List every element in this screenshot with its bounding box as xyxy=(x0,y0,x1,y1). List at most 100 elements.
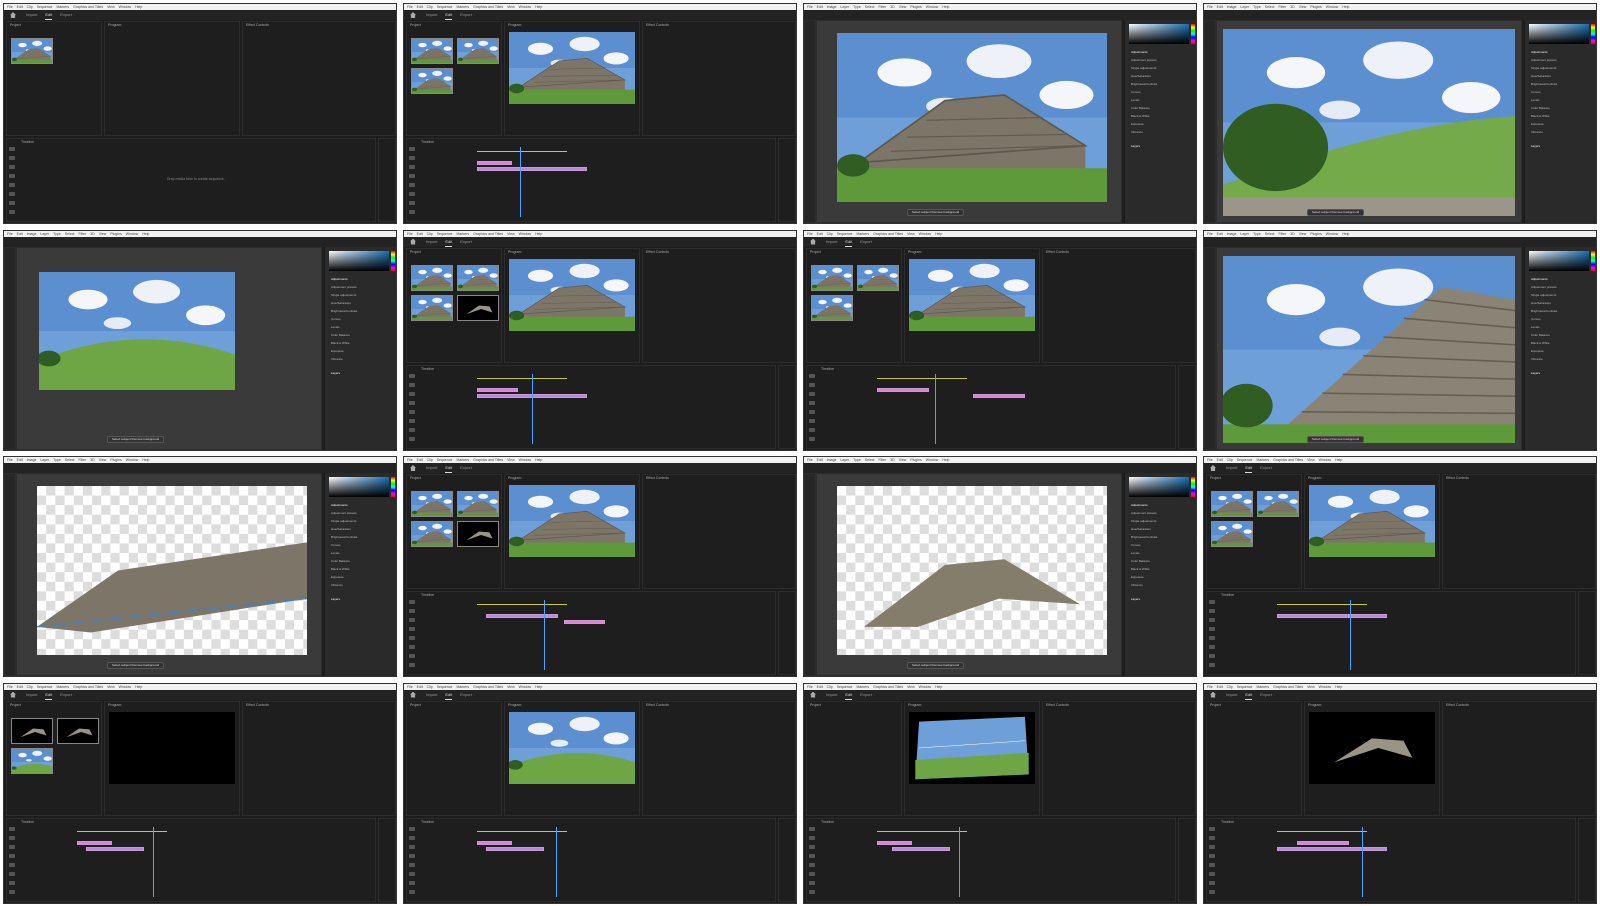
media-bin-thumbnail[interactable] xyxy=(1211,491,1253,517)
tool-icon[interactable] xyxy=(409,409,415,414)
adjustment-item[interactable]: Levels xyxy=(1531,98,1540,102)
media-bin-thumbnail[interactable] xyxy=(11,747,53,774)
tab-edit[interactable]: Edit xyxy=(445,690,453,700)
media-bin-thumbnail[interactable] xyxy=(811,294,853,321)
timeline-tab[interactable]: Timeline xyxy=(421,820,434,824)
program-monitor-tab[interactable]: Program xyxy=(108,23,121,27)
media-bin-thumbnail[interactable] xyxy=(1257,491,1299,517)
timeline-clip[interactable] xyxy=(477,167,588,171)
adjustments-tab[interactable]: Adjustments xyxy=(1531,50,1548,54)
tool-icon[interactable] xyxy=(409,210,415,214)
adjustment-item[interactable]: Adjustment presets xyxy=(331,511,357,515)
hue-slider[interactable] xyxy=(391,477,395,497)
adjustment-item[interactable]: Adjustment presets xyxy=(1531,58,1557,62)
tool-icon[interactable] xyxy=(409,192,415,196)
playhead[interactable] xyxy=(544,600,545,670)
timeline-clip[interactable] xyxy=(877,387,930,392)
adjustment-item[interactable]: Exposure xyxy=(1531,349,1544,353)
adjustment-item[interactable]: Brightness/Contrast xyxy=(1531,82,1557,86)
effect-controls-tab[interactable]: Effect Controls xyxy=(646,250,669,254)
timeline-clip[interactable] xyxy=(564,620,605,624)
timeline-clip[interactable] xyxy=(85,846,144,851)
tool-icon[interactable] xyxy=(409,427,415,432)
tool-icon[interactable] xyxy=(409,636,415,640)
tool-icon[interactable] xyxy=(409,889,415,894)
adjustment-item[interactable]: Hue/Saturation xyxy=(331,301,351,305)
adjustment-item[interactable]: Hue/Saturation xyxy=(1131,527,1151,531)
tool-icon[interactable] xyxy=(809,427,815,432)
tool-icon[interactable] xyxy=(409,373,415,378)
tool-icon[interactable] xyxy=(409,844,415,849)
adjustment-item[interactable]: Exposure xyxy=(331,575,344,579)
tab-import[interactable]: Import xyxy=(26,10,37,20)
layers-tab[interactable]: Layers xyxy=(331,597,340,601)
adjustment-item[interactable]: Vibrance xyxy=(1531,357,1543,361)
adjustment-item[interactable]: Curves xyxy=(1531,90,1541,94)
adjustment-item[interactable]: Curves xyxy=(1131,543,1141,547)
adjustment-item[interactable]: Brightness/Contrast xyxy=(1131,535,1157,539)
tool-icon[interactable] xyxy=(9,871,15,876)
tool-icon[interactable] xyxy=(809,835,815,840)
program-monitor-tab[interactable]: Program xyxy=(908,703,921,707)
layers-tab[interactable]: Layers xyxy=(1131,144,1140,148)
effect-controls-tab[interactable]: Effect Controls xyxy=(646,23,669,27)
adjustment-item[interactable]: Hue/Saturation xyxy=(331,527,351,531)
home-icon[interactable] xyxy=(810,238,816,245)
tab-import[interactable]: Import xyxy=(1226,463,1237,473)
tool-icon[interactable] xyxy=(409,436,415,441)
timeline-clip[interactable] xyxy=(1297,840,1350,845)
adjustment-item[interactable]: Brightness/Contrast xyxy=(331,309,357,313)
tool-icon[interactable] xyxy=(809,853,815,858)
home-icon[interactable] xyxy=(410,238,416,245)
tab-import[interactable]: Import xyxy=(426,690,437,700)
tool-icon[interactable] xyxy=(1209,627,1215,631)
timeline-tab[interactable]: Timeline xyxy=(1221,820,1234,824)
timeline-clip[interactable] xyxy=(877,840,912,845)
home-icon[interactable] xyxy=(410,691,416,698)
adjustment-item[interactable]: Curves xyxy=(1131,90,1141,94)
tool-icon[interactable] xyxy=(1209,663,1215,667)
timeline-tab[interactable]: Timeline xyxy=(421,140,434,144)
tool-icon[interactable] xyxy=(1209,645,1215,649)
tool-icon[interactable] xyxy=(1209,636,1215,640)
tab-edit[interactable]: Edit xyxy=(45,10,53,20)
adjustment-item[interactable]: Single adjustments xyxy=(1531,66,1556,70)
adjustment-item[interactable]: Adjustment presets xyxy=(331,285,357,289)
tool-icon[interactable] xyxy=(1209,618,1215,622)
tool-icon[interactable] xyxy=(409,165,415,169)
remove-background-button[interactable]: Remove background xyxy=(1332,210,1360,214)
timeline-clip[interactable] xyxy=(477,840,512,845)
project-panel-tab[interactable]: Project xyxy=(410,703,421,707)
tab-import[interactable]: Import xyxy=(826,237,837,247)
effect-controls-tab[interactable]: Effect Controls xyxy=(1446,703,1469,707)
timeline-clip[interactable] xyxy=(972,393,1025,398)
tool-icon[interactable] xyxy=(1209,835,1215,840)
adjustment-item[interactable]: Adjustment presets xyxy=(1131,58,1157,62)
layers-tab[interactable]: Layers xyxy=(1531,144,1540,148)
adjustment-item[interactable]: Vibrance xyxy=(1131,130,1143,134)
adjustment-item[interactable]: Vibrance xyxy=(1131,583,1143,587)
adjustment-item[interactable]: Color Balance xyxy=(1531,106,1550,110)
tool-icon[interactable] xyxy=(409,663,415,667)
tab-edit[interactable]: Edit xyxy=(1245,463,1253,473)
tool-icon[interactable] xyxy=(409,400,415,405)
adjustment-item[interactable]: Color Balance xyxy=(1531,333,1550,337)
effect-controls-tab[interactable]: Effect Controls xyxy=(246,23,269,27)
remove-background-button[interactable]: Remove background xyxy=(932,210,960,214)
adjustment-item[interactable]: Curves xyxy=(331,317,341,321)
tab-export[interactable]: Export xyxy=(460,237,472,247)
project-panel-tab[interactable]: Project xyxy=(410,23,421,27)
media-bin-thumbnail[interactable] xyxy=(411,68,453,94)
playhead[interactable] xyxy=(935,373,936,444)
program-monitor-tab[interactable]: Program xyxy=(1308,476,1321,480)
timeline-clip[interactable] xyxy=(1277,846,1388,851)
effect-controls-tab[interactable]: Effect Controls xyxy=(646,703,669,707)
tab-edit[interactable]: Edit xyxy=(845,237,853,247)
adjustment-item[interactable]: Brightness/Contrast xyxy=(1531,309,1557,313)
adjustment-item[interactable]: Levels xyxy=(331,325,340,329)
media-bin-thumbnail[interactable] xyxy=(811,264,853,291)
adjustment-item[interactable]: Single adjustments xyxy=(331,519,356,523)
adjustment-item[interactable]: Single adjustments xyxy=(331,293,356,297)
tool-icon[interactable] xyxy=(409,871,415,876)
adjustment-item[interactable]: Black & White xyxy=(1131,567,1150,571)
